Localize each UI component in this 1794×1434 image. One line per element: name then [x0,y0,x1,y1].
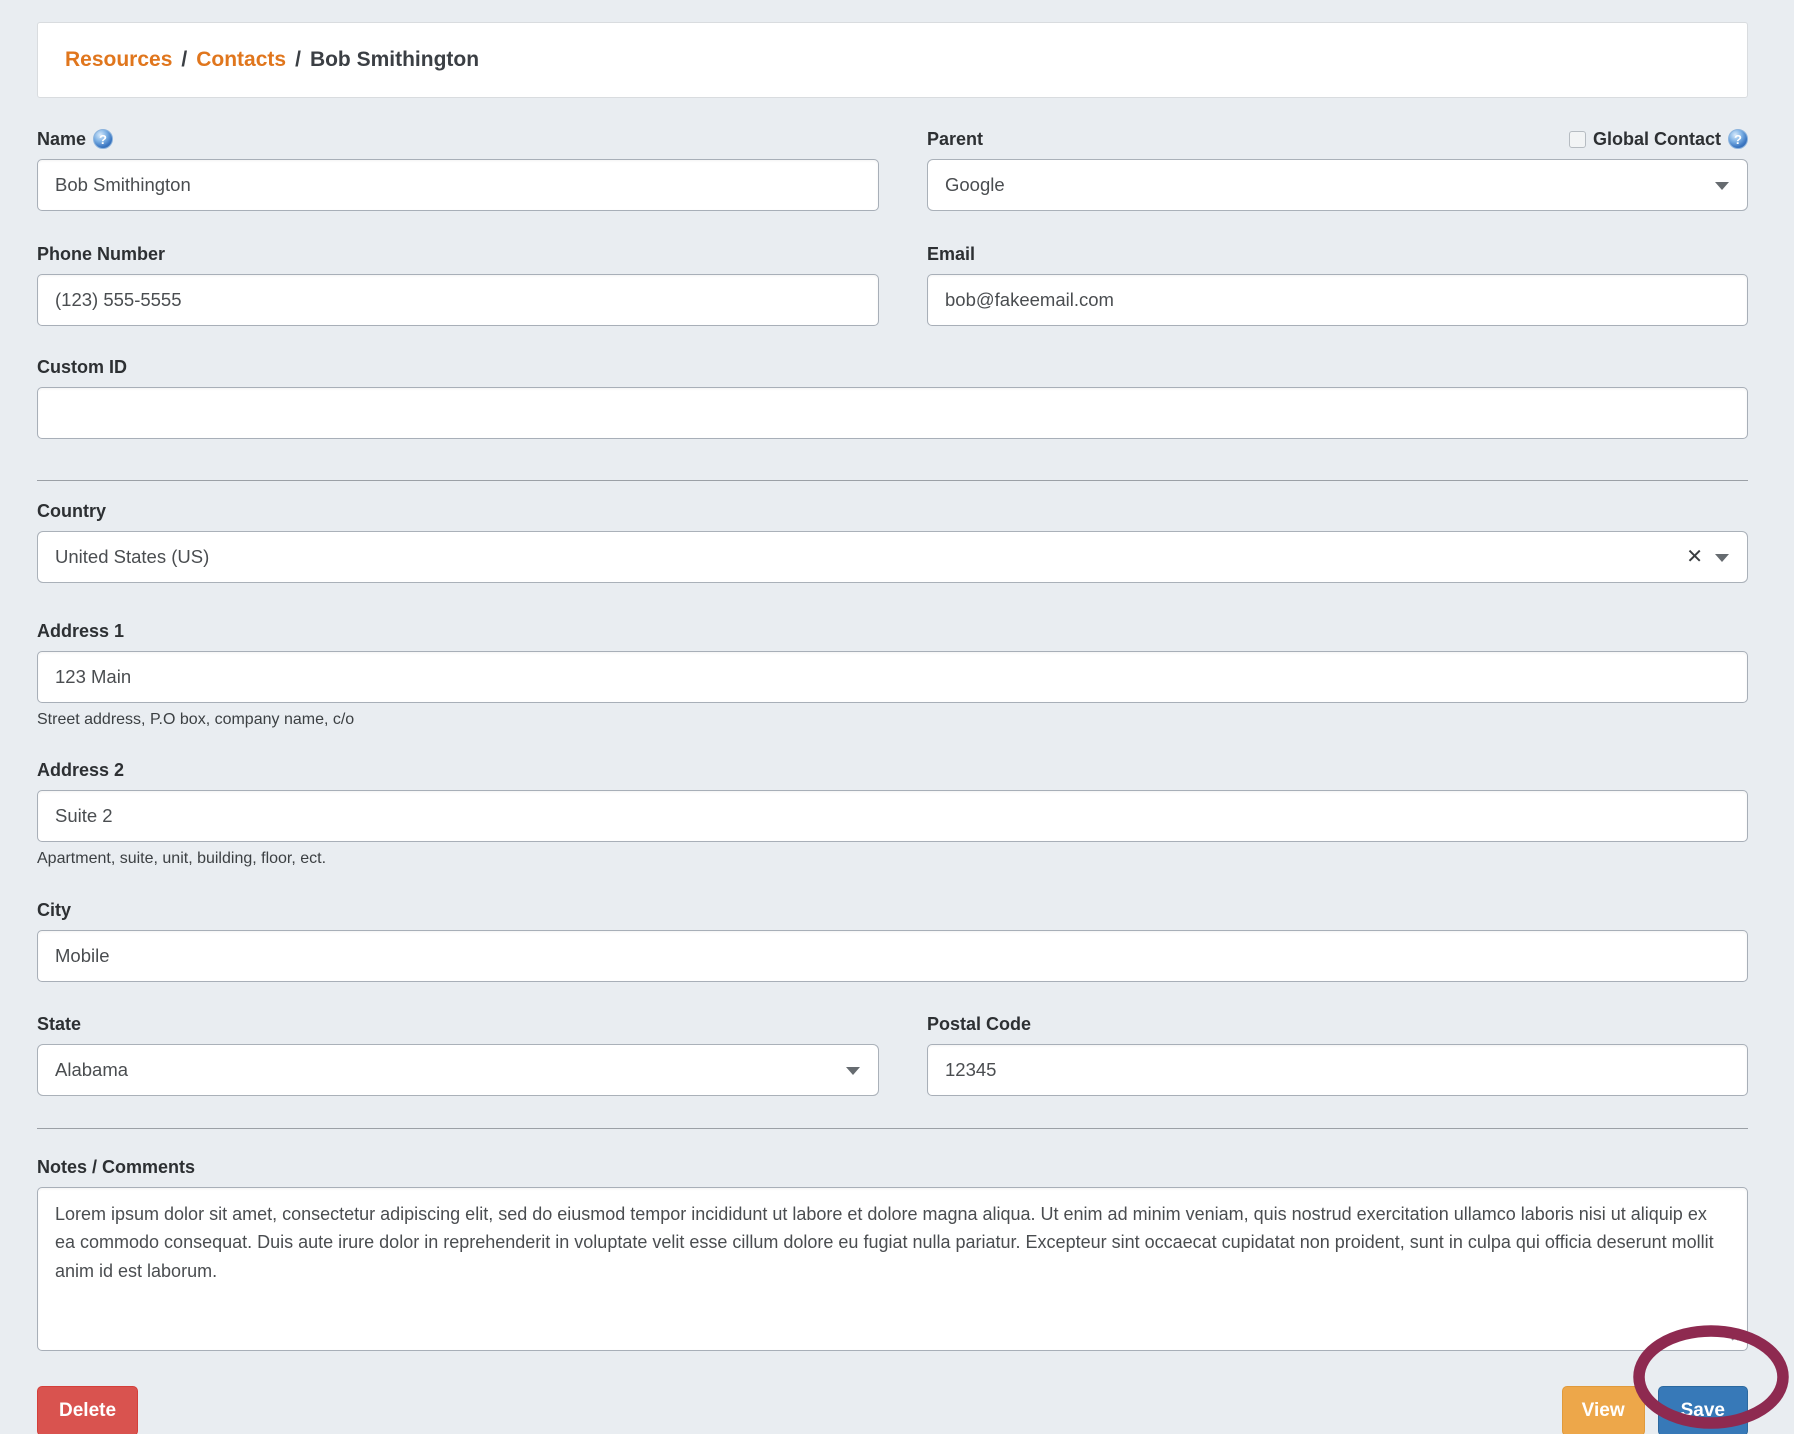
country-select[interactable]: United States (US) ✕ [37,531,1748,583]
email-input[interactable] [927,274,1748,326]
name-input[interactable] [37,159,879,211]
breadcrumb: Resources / Contacts / Bob Smithington [37,22,1748,98]
breadcrumb-link-contacts[interactable]: Contacts [196,48,286,72]
delete-button[interactable]: Delete [37,1386,139,1434]
parent-select-value: Google [945,174,1005,195]
custom-id-label: Custom ID [37,356,127,377]
custom-id-input[interactable] [37,387,1748,439]
state-select[interactable]: Alabama [37,1044,879,1096]
phone-label: Phone Number [37,243,166,264]
clear-icon[interactable]: ✕ [1686,547,1703,567]
address2-label: Address 2 [37,759,125,780]
address1-input[interactable] [37,651,1748,703]
address2-input[interactable] [37,790,1748,842]
postal-code-input[interactable] [927,1044,1748,1096]
city-input[interactable] [37,930,1748,982]
section-divider [37,480,1748,481]
global-contact-help-icon[interactable]: ? [1728,129,1748,149]
name-help-icon[interactable]: ? [93,129,114,149]
notes-textarea[interactable]: Lorem ipsum dolor sit amet, consectetur … [37,1187,1748,1351]
resize-handle-icon[interactable] [1728,1327,1743,1347]
section-divider [37,1128,1748,1129]
breadcrumb-separator: / [295,48,301,71]
global-contact-label: Global Contact [1592,128,1721,149]
parent-select[interactable]: Google [927,159,1748,211]
chevron-down-icon [1715,554,1729,562]
chevron-down-icon [846,1067,860,1075]
phone-input[interactable] [37,274,879,326]
contact-form: Name ? Parent Global Contact ? Google [37,128,1748,1434]
country-select-value: United States (US) [55,546,210,567]
parent-label: Parent [927,128,984,149]
postal-code-label: Postal Code [927,1013,1032,1034]
notes-label: Notes / Comments [37,1156,196,1177]
address2-helper-text: Apartment, suite, unit, building, floor,… [37,850,327,867]
state-select-value: Alabama [55,1059,129,1080]
global-contact-checkbox[interactable] [1568,130,1586,148]
city-label: City [37,899,72,920]
contact-edit-page: Resources / Contacts / Bob Smithington N… [0,0,1794,1434]
country-label: Country [37,500,106,521]
chevron-down-icon [1715,182,1729,190]
name-label: Name [37,128,87,149]
state-label: State [37,1013,82,1034]
breadcrumb-current-contact: Bob Smithington [309,48,480,71]
save-button[interactable]: Save [1657,1386,1748,1434]
email-label: Email [927,243,976,264]
breadcrumb-link-resources[interactable]: Resources [65,48,172,72]
view-button[interactable]: View [1561,1386,1645,1434]
breadcrumb-separator: / [181,48,188,71]
address1-label: Address 1 [37,620,125,641]
address1-helper-text: Street address, P.O box, company name, c… [37,711,355,728]
